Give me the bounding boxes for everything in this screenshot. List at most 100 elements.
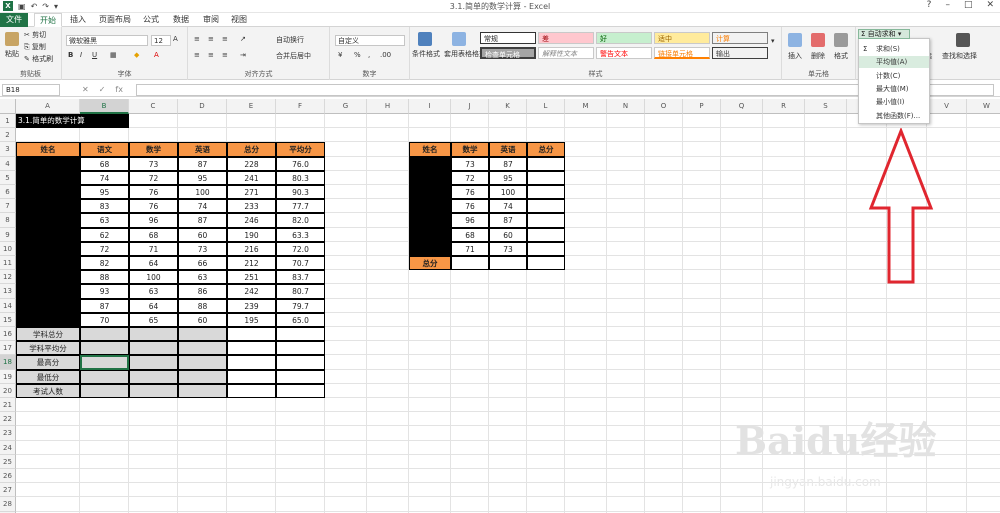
data-cell[interactable]: 63 (178, 270, 227, 285)
data-cell[interactable]: 66 (178, 256, 227, 271)
data-cell[interactable]: 88 (178, 298, 227, 313)
data-cell[interactable]: 70.7 (276, 256, 325, 271)
table2-footer-cell[interactable] (527, 256, 565, 271)
paste-button[interactable]: 粘贴 (5, 49, 19, 59)
row-header[interactable]: 15 (0, 312, 16, 327)
data-cell[interactable]: 83 (80, 199, 129, 214)
menu-item-more-functions[interactable]: 其他函数(F)... (859, 110, 929, 122)
data-cell[interactable]: 212 (227, 256, 276, 271)
table2-redacted-name-cell[interactable] (409, 185, 451, 200)
summary-value-cell[interactable] (178, 369, 227, 384)
summary-value-cell[interactable] (178, 355, 227, 370)
data-cell[interactable]: 88 (80, 270, 129, 285)
data-cell[interactable]: 80.7 (276, 284, 325, 299)
column-header[interactable]: F (276, 99, 325, 114)
data-cell[interactable]: 100 (129, 270, 178, 285)
data-cell[interactable]: 95 (178, 170, 227, 185)
column-header[interactable]: E (227, 99, 276, 114)
summary-value-cell[interactable] (129, 383, 178, 398)
summary-value-cell[interactable] (80, 327, 129, 342)
tab-page-layout[interactable]: 页面布局 (96, 13, 134, 27)
insert-cells-icon[interactable] (788, 33, 802, 47)
column-header[interactable]: N (607, 99, 645, 114)
column-header[interactable]: P (683, 99, 721, 114)
data-cell[interactable]: 216 (227, 241, 276, 256)
column-header[interactable]: C (129, 99, 178, 114)
select-all-corner[interactable] (0, 99, 16, 114)
align-top-icon[interactable]: ≡ (194, 35, 200, 43)
data-cell[interactable]: 62 (80, 227, 129, 242)
delete-cells-icon[interactable] (811, 33, 825, 47)
style-normal[interactable]: 常规 (480, 32, 536, 44)
row-header[interactable]: 13 (0, 284, 16, 299)
summary-value-cell[interactable] (178, 383, 227, 398)
row-header[interactable]: 26 (0, 469, 16, 484)
table2-redacted-name-cell[interactable] (409, 241, 451, 256)
table2-header-cell[interactable]: 总分 (527, 142, 565, 157)
styles-more-icon[interactable]: ▾ (771, 37, 775, 45)
row-header[interactable]: 17 (0, 341, 16, 356)
indent-icon[interactable]: ⇥ (240, 51, 246, 59)
table2-data-cell[interactable]: 96 (451, 213, 489, 228)
column-header[interactable]: S (805, 99, 847, 114)
summary-value-cell[interactable] (276, 327, 325, 342)
summary-value-cell[interactable] (129, 369, 178, 384)
style-linked[interactable]: 链接单元格 (654, 47, 710, 59)
redacted-name-cell[interactable] (16, 213, 80, 228)
italic-icon[interactable]: I (80, 51, 82, 59)
column-header[interactable]: Q (721, 99, 763, 114)
summary-value-cell[interactable] (276, 383, 325, 398)
underline-icon[interactable]: U (92, 51, 97, 59)
data-cell[interactable]: 65.0 (276, 312, 325, 327)
redacted-name-cell[interactable] (16, 185, 80, 200)
table2-total-cell[interactable] (527, 227, 565, 242)
align-middle-icon[interactable]: ≡ (208, 35, 214, 43)
align-bottom-icon[interactable]: ≡ (222, 35, 228, 43)
tab-formulas[interactable]: 公式 (138, 13, 164, 27)
data-cell[interactable]: 195 (227, 312, 276, 327)
table2-data-cell[interactable]: 76 (451, 185, 489, 200)
row-header[interactable]: 6 (0, 185, 16, 200)
data-cell[interactable]: 79.7 (276, 298, 325, 313)
column-header[interactable]: J (451, 99, 489, 114)
font-color-icon[interactable]: A (154, 51, 159, 59)
percent-icon[interactable]: % (354, 51, 361, 59)
data-cell[interactable]: 64 (129, 298, 178, 313)
row-header[interactable]: 20 (0, 383, 16, 398)
tab-file[interactable]: 文件 (0, 13, 28, 27)
data-cell[interactable]: 82 (80, 256, 129, 271)
insert-cells-button[interactable]: 插入 (788, 51, 802, 61)
style-explanatory[interactable]: 解释性文本 (538, 47, 594, 59)
data-cell[interactable]: 246 (227, 213, 276, 228)
summary-value-cell[interactable] (129, 341, 178, 356)
data-cell[interactable]: 87 (178, 213, 227, 228)
data-cell[interactable]: 76 (129, 199, 178, 214)
table2-footer-label[interactable]: 总分 (409, 256, 451, 271)
column-header[interactable]: V (927, 99, 967, 114)
table2-redacted-name-cell[interactable] (409, 213, 451, 228)
tab-home[interactable]: 开始 (34, 13, 62, 27)
grow-font-icon[interactable]: A (173, 35, 178, 43)
table2-total-cell[interactable] (527, 170, 565, 185)
row-header[interactable]: 8 (0, 213, 16, 228)
header-cell[interactable]: 语文 (80, 142, 129, 157)
row-header[interactable]: 5 (0, 170, 16, 185)
data-cell[interactable]: 87 (80, 298, 129, 313)
summary-value-cell[interactable] (129, 327, 178, 342)
summary-value-cell[interactable] (276, 341, 325, 356)
row-header[interactable]: 9 (0, 227, 16, 242)
data-cell[interactable]: 74 (178, 199, 227, 214)
help-icon[interactable]: ? (927, 0, 932, 10)
data-cell[interactable]: 70 (80, 312, 129, 327)
enter-icon[interactable]: ✓ (99, 85, 106, 94)
menu-item-sum[interactable]: Σ 求和(S) (859, 43, 929, 55)
data-cell[interactable]: 82.0 (276, 213, 325, 228)
data-cell[interactable]: 60 (178, 227, 227, 242)
summary-label-cell[interactable]: 最高分 (16, 355, 80, 370)
header-cell[interactable]: 英语 (178, 142, 227, 157)
summary-label-cell[interactable]: 学科平均分 (16, 341, 80, 356)
column-header[interactable]: B (80, 99, 129, 114)
cancel-icon[interactable]: ✕ (82, 85, 89, 94)
table2-redacted-name-cell[interactable] (409, 170, 451, 185)
data-cell[interactable]: 77.7 (276, 199, 325, 214)
